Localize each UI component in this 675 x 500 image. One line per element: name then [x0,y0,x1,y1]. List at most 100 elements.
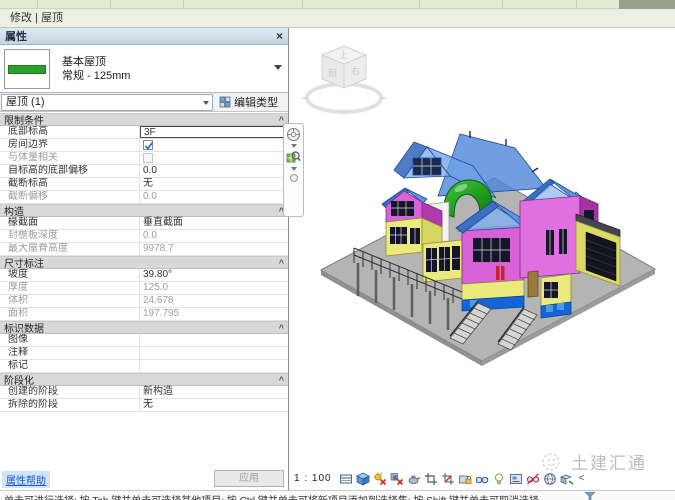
section-header-dimensions[interactable]: 尺寸标注 ^ [0,256,288,269]
property-label: 体积 [0,295,140,307]
center-window-strip[interactable] [423,240,462,282]
properties-title: 属性 [5,28,27,44]
chevron-down-icon[interactable] [291,144,297,148]
edit-type-icon [219,96,231,108]
analytical-model-icon[interactable] [526,472,540,486]
property-label: 截断偏移 [0,191,140,203]
ribbon-separator [110,0,111,9]
close-icon[interactable]: × [276,29,283,43]
properties-panel: 属性 × 基本屋顶 常规 - 125mm 屋顶 (1) [0,28,289,490]
property-value: 0.0 [140,165,288,177]
property-row[interactable]: 截断标高 无 [0,178,288,191]
navigation-bar[interactable] [283,123,304,217]
property-row[interactable]: 房间边界 [0,139,288,152]
viewcube-front-label[interactable]: 前 [328,66,337,79]
property-label: 坡度 [0,269,140,281]
property-row[interactable]: 注释 [0,347,288,360]
property-value [140,347,288,359]
property-row[interactable]: 创建的阶段 新构造 [0,386,288,399]
chevron-down-icon [203,101,209,105]
property-label: 与体量相关 [0,152,140,164]
element-selector-value: 屋顶 (1) [6,96,45,108]
zoom-icon[interactable] [286,150,301,165]
property-label: 底部标高 [0,126,140,138]
property-label: 标记 [0,360,140,372]
detail-level-icon[interactable] [339,472,353,486]
edit-type-label: 编辑类型 [234,94,278,110]
crop-view-icon[interactable] [424,472,438,486]
roof-type-preview [8,65,46,74]
property-value: 无 [140,178,288,190]
property-label: 拆除的阶段 [0,399,140,411]
temporary-hide-isolate-icon[interactable] [475,472,489,486]
chevron-down-icon[interactable] [291,167,297,171]
section-header-identity-data[interactable]: 标识数据 ^ [0,321,288,334]
property-row[interactable]: 拆除的阶段 无 [0,399,288,412]
property-row: 封檐板深度 0.0 [0,230,288,243]
property-row[interactable]: 图像 [0,334,288,347]
crop-region-icon[interactable] [441,472,455,486]
property-row[interactable]: 自标高的底部偏移 0.0 [0,165,288,178]
ribbon-separator [419,0,420,9]
edit-type-button[interactable]: 编辑类型 [219,94,278,110]
section-header-phasing[interactable]: 阶段化 ^ [0,373,288,386]
property-value: 9978.7 [140,243,288,255]
element-selector-dropdown[interactable]: 屋顶 (1) [1,94,213,111]
context-tab[interactable]: 修改 | 屋顶 [0,9,675,28]
related-to-mass-checkbox [143,153,153,163]
drawing-area[interactable]: 上 前 右 [290,28,675,490]
property-row[interactable]: 坡度 39.80° [0,269,288,282]
collapse-icon[interactable]: ^ [279,375,284,385]
viewbar-collapse-icon[interactable]: < [579,473,585,484]
ribbon-separator [183,0,184,9]
property-value: 0.0 [140,191,288,203]
selection-filter-icon[interactable] [585,492,595,500]
property-row: 体积 24.678 [0,295,288,308]
section-header-construction[interactable]: 构造 ^ [0,204,288,217]
type-selector[interactable]: 基本屋顶 常规 - 125mm [0,45,288,93]
viewcube-right-label[interactable]: 右 [351,64,360,77]
properties-help-link[interactable]: 属性帮助 [2,471,50,488]
property-row[interactable]: 椽截面 垂直截面 [0,217,288,230]
visual-style-icon[interactable] [356,472,370,486]
property-label: 面积 [0,308,140,320]
base-level-input[interactable]: 3F [140,126,288,138]
watermark-text: 土建汇通 [571,449,647,474]
property-value: 垂直截面 [140,217,288,229]
rendering-dialog-icon[interactable] [407,472,421,486]
shadows-icon[interactable] [390,472,404,486]
ribbon-separator [576,0,577,9]
view-scale[interactable]: 1 : 100 [294,473,332,484]
ribbon-dark-block [619,0,675,9]
type-thumbnail [4,49,50,89]
property-label: 图像 [0,334,140,346]
collapse-icon[interactable]: ^ [279,323,284,333]
ribbon-separator [502,0,503,9]
property-value: 24.678 [140,295,288,307]
apply-button[interactable]: 应用 [214,470,284,487]
property-label: 椽截面 [0,217,140,229]
properties-header[interactable]: 属性 × [0,28,288,45]
property-row: 截断偏移 0.0 [0,191,288,204]
temporary-view-properties-icon[interactable] [509,472,523,486]
property-row[interactable]: 标记 [0,360,288,373]
ribbon-bottom-strip [0,0,675,9]
locked-3d-view-icon[interactable] [458,472,472,486]
pan-icon[interactable] [289,173,299,183]
house-model[interactable] [310,100,660,390]
property-label: 厚度 [0,282,140,294]
section-header-constraints[interactable]: 限制条件 ^ [0,113,288,126]
viewcube-top-label[interactable]: 上 [339,48,348,61]
property-value: 新构造 [140,386,288,398]
status-bar: 单击可进行选择; 按 Tab 键并单击可选择其他项目; 按 Ctrl 键并单击可… [0,490,675,500]
property-row[interactable]: 底部标高 3F [0,126,288,139]
room-bounding-checkbox[interactable] [143,140,153,150]
collapse-icon[interactable]: ^ [279,258,284,268]
steering-wheel-icon[interactable] [286,127,301,142]
chevron-down-icon[interactable] [274,65,282,70]
property-value: 125.0 [140,282,288,294]
property-row: 与体量相关 [0,152,288,165]
property-label: 封檐板深度 [0,230,140,242]
sun-path-icon[interactable] [373,472,387,486]
reveal-hidden-elements-icon[interactable] [492,472,506,486]
